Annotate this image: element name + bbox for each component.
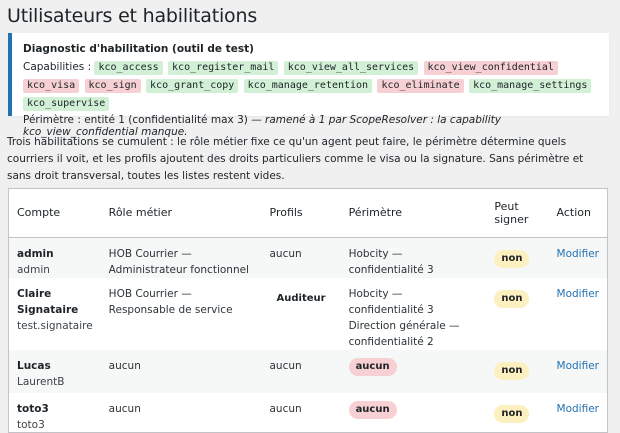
account-login: LaurentB bbox=[17, 375, 65, 388]
role-text: aucun bbox=[108, 359, 141, 372]
intro-text: Trois habilitations se cumulent : le rôl… bbox=[7, 136, 584, 182]
header-perimetre: Périmètre bbox=[340, 189, 487, 238]
cell-profils: aucun bbox=[262, 393, 341, 433]
signer-badge: non bbox=[494, 289, 530, 308]
table-row: admin admin HOB Courrier — Administrateur … bbox=[9, 237, 607, 278]
cell-perimetre: aucun bbox=[341, 350, 487, 393]
table-header-row: Compte Rôle métier Profils Périmètre Peu… bbox=[9, 189, 607, 238]
profils-value: aucun bbox=[269, 402, 302, 415]
capabilities-label: Capabilities : bbox=[23, 61, 92, 73]
users-table: Compte Rôle métier Profils Périmètre Peu… bbox=[8, 188, 608, 433]
capability-chip: kco_visa bbox=[23, 79, 80, 93]
signer-badge: non bbox=[494, 249, 530, 268]
table-row: Claire Signataire test.signataire HOB Cour… bbox=[9, 278, 607, 350]
account-login: test.signataire bbox=[17, 319, 93, 332]
cell-compte: toto3 toto3 bbox=[9, 393, 101, 433]
cell-role: aucun bbox=[101, 350, 262, 393]
capability-chip: kco_register_mail bbox=[168, 61, 279, 75]
modifier-link[interactable]: Modifier bbox=[557, 288, 599, 300]
capability-chip: kco_eliminate bbox=[377, 79, 464, 93]
header-profils: Profils bbox=[261, 189, 341, 238]
cell-peut-signer: non bbox=[486, 393, 548, 433]
cell-perimetre: aucun bbox=[341, 393, 487, 433]
cell-compte: Lucas LaurentB bbox=[9, 350, 101, 393]
account-name: toto3 bbox=[17, 402, 49, 415]
capabilities-list: kco_access kco_register_mail kco_view_al… bbox=[23, 61, 593, 111]
cell-role: aucun bbox=[101, 393, 262, 433]
role-text: HOB Courrier — Responsable de service bbox=[108, 287, 233, 316]
modifier-link[interactable]: Modifier bbox=[557, 360, 599, 372]
header-action: Action bbox=[548, 189, 607, 238]
capability-chip: kco_sign bbox=[84, 79, 141, 93]
perimetre-entry: Hobcity — confidentialité 3 bbox=[348, 247, 434, 276]
capability-chip: kco_access bbox=[94, 61, 163, 75]
capability-chip: kco_grant_copy bbox=[146, 79, 239, 93]
account-name: Claire Signataire bbox=[17, 287, 79, 316]
cell-action: Modifier bbox=[549, 350, 607, 393]
profils-value: aucun bbox=[269, 247, 302, 260]
table-row: Lucas LaurentB aucun aucun aucun non Modifier bbox=[9, 349, 607, 393]
page-title: Utilisateurs et habilitations bbox=[7, 5, 258, 27]
account-name: Lucas bbox=[17, 359, 51, 372]
profils-value: aucun bbox=[269, 359, 302, 372]
modifier-link[interactable]: Modifier bbox=[557, 248, 599, 260]
capability-chip: kco_supervise bbox=[23, 97, 110, 111]
cell-action: Modifier bbox=[549, 393, 607, 433]
cell-peut-signer: non bbox=[486, 237, 548, 278]
cell-role: HOB Courrier — Administrateur fonctionne… bbox=[101, 237, 262, 278]
perimetre-entry: Hobcity — confidentialité 3 bbox=[348, 287, 434, 316]
modifier-link[interactable]: Modifier bbox=[557, 403, 599, 415]
capability-chip: kco_view_confidential bbox=[423, 61, 558, 75]
cell-profils: aucun bbox=[262, 350, 341, 393]
perimetre-empty-badge: aucun bbox=[348, 357, 397, 376]
cell-role: HOB Courrier — Responsable de service bbox=[101, 278, 262, 350]
cell-action: Modifier bbox=[549, 278, 607, 350]
cell-compte: admin admin bbox=[9, 237, 101, 278]
perimetre-empty-badge: aucun bbox=[348, 400, 397, 419]
profils-value: Auditeur bbox=[276, 292, 326, 304]
table-row: toto3 toto3 aucun aucun aucun non Modifier bbox=[9, 393, 607, 433]
perimetre-entry: Direction générale — confidentialité 2 bbox=[348, 319, 460, 348]
account-login: toto3 bbox=[17, 418, 45, 431]
diagnostic-notice: Diagnostic d'habilitation (outil de test… bbox=[8, 33, 609, 138]
cell-peut-signer: non bbox=[486, 278, 548, 350]
cell-perimetre: Hobcity — confidentialité 3 bbox=[341, 237, 487, 278]
header-role: Rôle métier bbox=[100, 189, 262, 238]
role-text: HOB Courrier — Administrateur fonctionne… bbox=[108, 247, 249, 276]
cell-action: Modifier bbox=[549, 237, 607, 278]
capability-chip: kco_manage_settings bbox=[469, 79, 592, 93]
perimetre-label: Périmètre : entité 1 (confidentialité ma… bbox=[23, 114, 248, 126]
cell-compte: Claire Signataire test.signataire bbox=[9, 278, 101, 350]
account-name: admin bbox=[17, 247, 54, 260]
cell-profils: Auditeur bbox=[262, 278, 341, 350]
capability-chip: kco_view_all_services bbox=[283, 61, 419, 75]
cell-profils: aucun bbox=[262, 237, 341, 278]
capabilities-line: Capabilities : kco_access kco_register_m… bbox=[23, 59, 609, 113]
account-login: admin bbox=[17, 263, 50, 276]
signer-badge: non bbox=[494, 404, 530, 423]
header-peut-signer: Peut signer bbox=[486, 189, 549, 238]
role-text: aucun bbox=[108, 402, 141, 415]
cell-peut-signer: non bbox=[486, 350, 548, 393]
capability-chip: kco_manage_retention bbox=[243, 79, 373, 93]
header-compte: Compte bbox=[9, 189, 101, 238]
signer-badge: non bbox=[494, 361, 530, 380]
diagnostic-title: Diagnostic d'habilitation (outil de test… bbox=[23, 43, 254, 55]
cell-perimetre: Hobcity — confidentialité 3 Direction gén… bbox=[341, 278, 487, 350]
